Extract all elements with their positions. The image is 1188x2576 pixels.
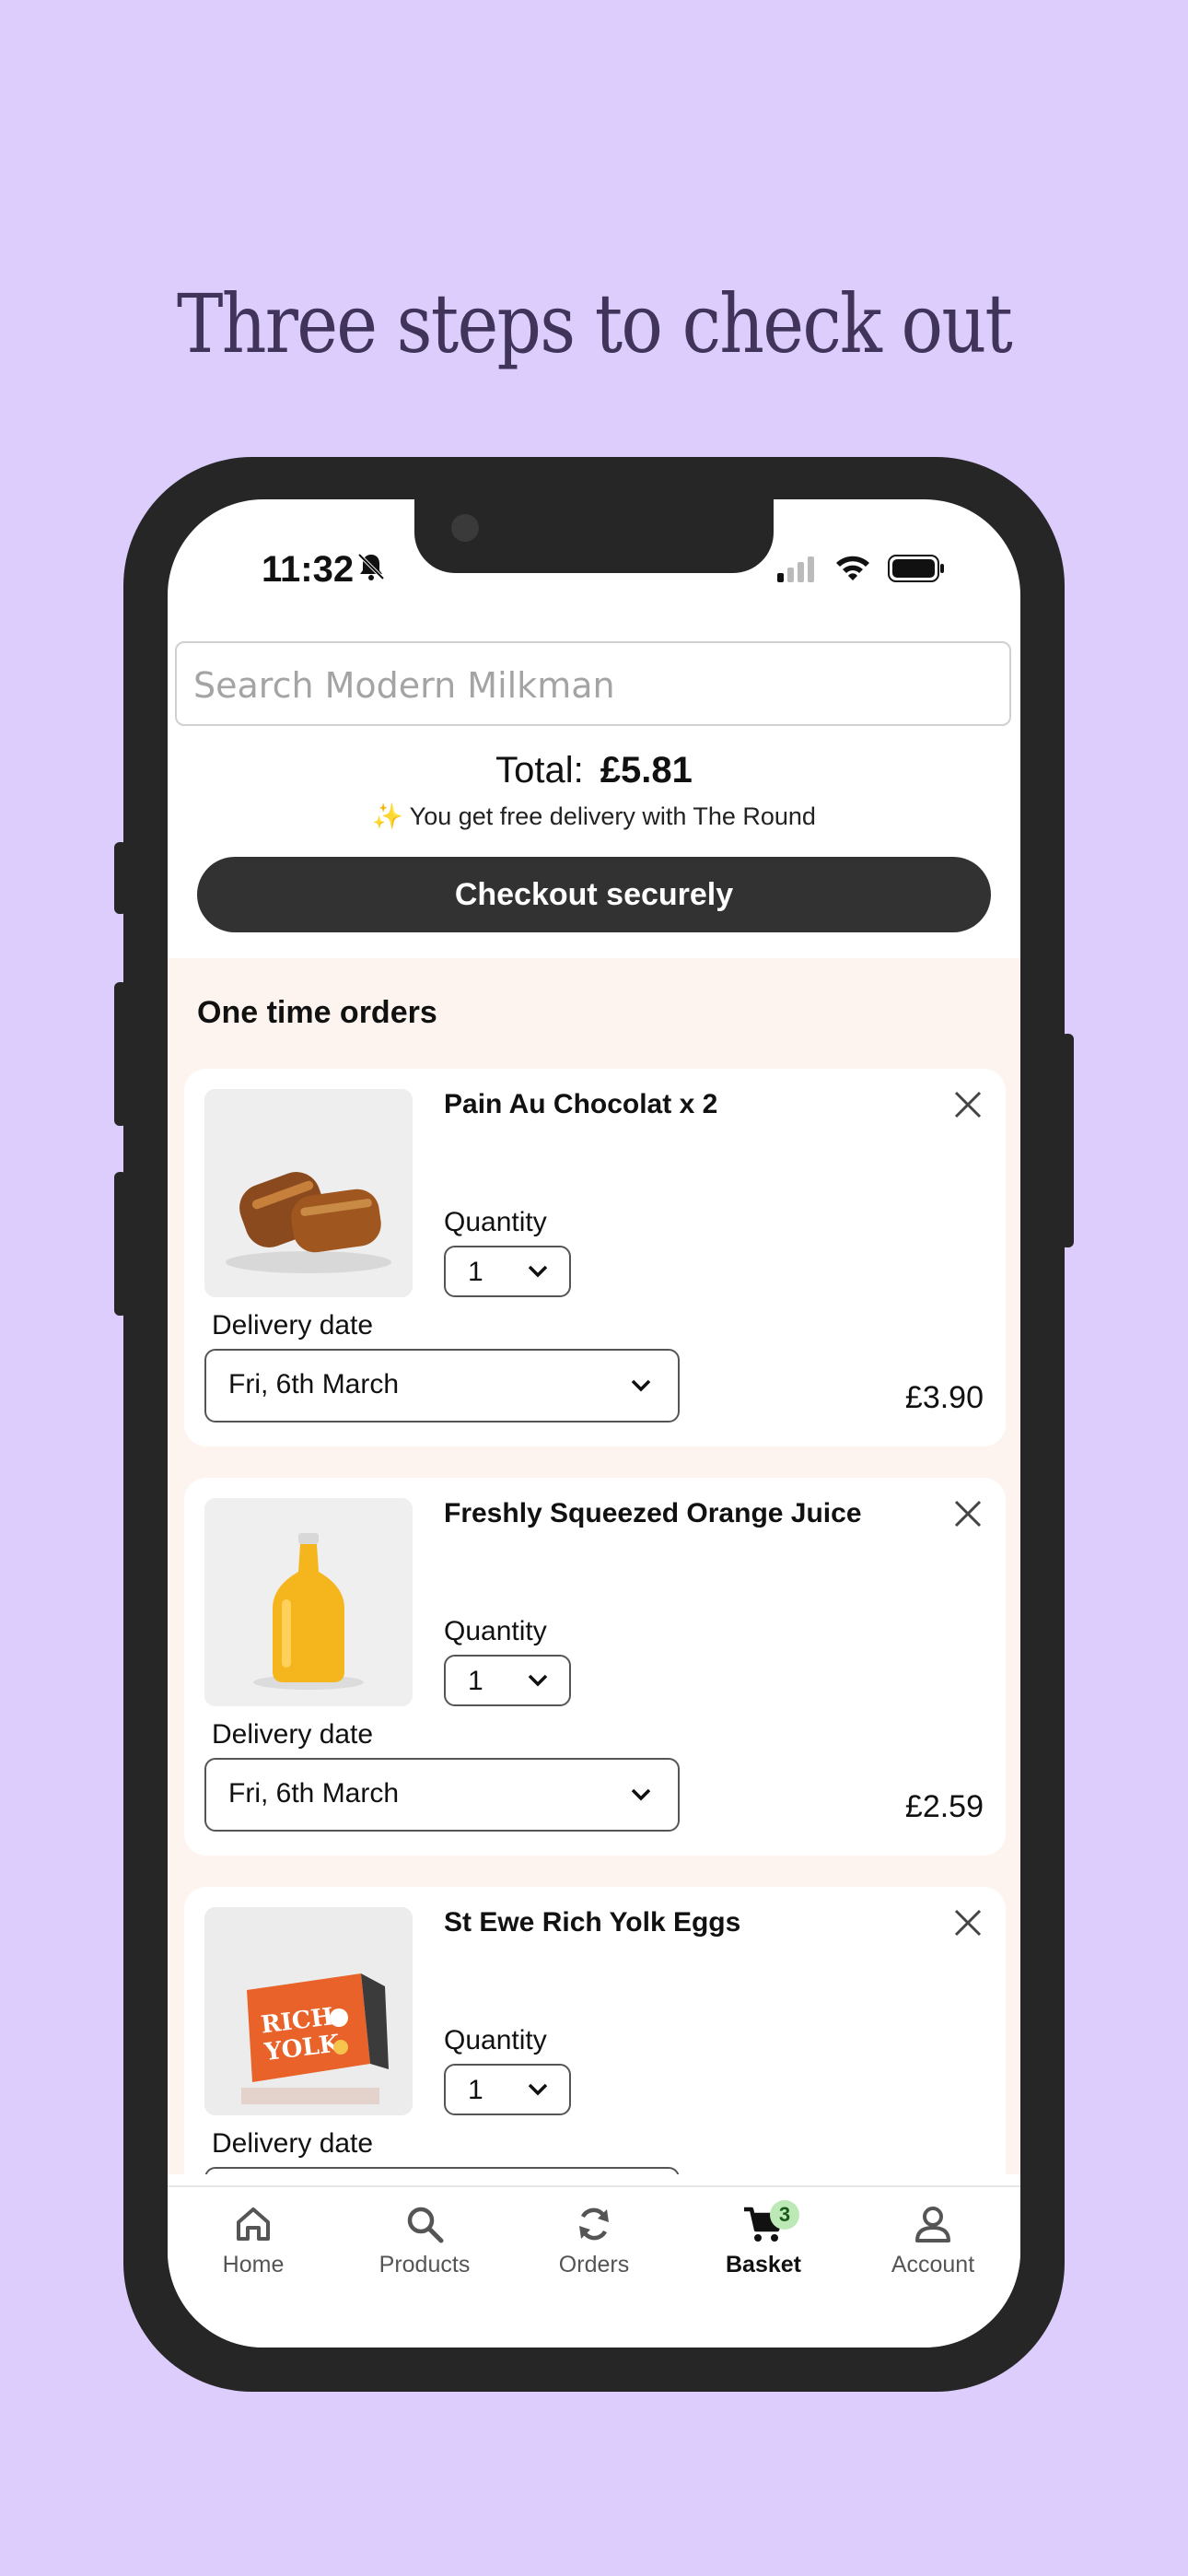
tab-orders[interactable]: Orders [525, 2204, 663, 2278]
chevron-down-icon [631, 1379, 651, 1392]
checkout-button[interactable]: Checkout securely [197, 857, 991, 932]
cellular-signal-icon [777, 556, 814, 582]
bell-off-icon [357, 553, 385, 580]
delivery-date-select[interactable]: Fri, 6th March [204, 1349, 680, 1423]
total-value: £5.81 [600, 750, 693, 790]
tab-label: Account [891, 2252, 975, 2277]
free-delivery-note: ✨ You get free delivery with The Round [168, 802, 1020, 831]
basket-total: Total: £5.81 [168, 750, 1020, 791]
status-time: 11:32 [262, 549, 355, 590]
product-image-rich-yolk-eggs[interactable]: RICH YOLK [204, 1907, 413, 2115]
bottom-tab-bar: Home Products Orders 3 Basket Account [168, 2185, 1020, 2348]
delivery-date-label: Delivery date [212, 2128, 374, 2159]
refresh-icon [579, 2207, 609, 2241]
chevron-down-icon [631, 1788, 651, 1801]
tab-label: Orders [558, 2252, 630, 2277]
remove-item-icon[interactable] [952, 1907, 984, 1938]
app-screen: 11:32 Search Modern Milkman Total: £5.81 … [168, 499, 1020, 2348]
wifi-icon [836, 556, 869, 580]
page-headline: Three steps to check out [176, 276, 1013, 371]
battery-icon [888, 555, 944, 582]
quantity-label: Quantity [444, 1207, 547, 1237]
basket-item-card: Freshly Squeezed Orange Juice Quantity 1… [184, 1478, 1006, 1856]
basket-count-badge: 3 [770, 2200, 799, 2230]
camera [451, 514, 479, 542]
search-input[interactable]: Search Modern Milkman [175, 641, 1011, 726]
delivery-date-label: Delivery date [212, 1310, 374, 1341]
quantity-label: Quantity [444, 1616, 547, 1646]
tab-label: Products [379, 2252, 471, 2277]
tab-home[interactable]: Home [184, 2204, 322, 2278]
tab-basket[interactable]: 3 Basket [694, 2200, 833, 2278]
item-name: Freshly Squeezed Orange Juice [444, 1498, 862, 1528]
person-icon [915, 2207, 950, 2242]
chevron-down-icon [528, 2083, 548, 2096]
quantity-select[interactable]: 1 [444, 1246, 571, 1297]
quantity-value: 1 [468, 1257, 483, 1287]
tab-label: Basket [726, 2252, 801, 2277]
total-label: Total: [495, 750, 584, 790]
section-title: One time orders [197, 995, 437, 1030]
phone-silent-switch [114, 842, 127, 914]
delivery-date-label: Delivery date [212, 1719, 374, 1750]
tab-label: Home [222, 2252, 285, 2277]
basket-item-card: RICH YOLK St Ewe Rich Yolk Eggs Quantity… [184, 1887, 1006, 2174]
product-image-pain-au-chocolat[interactable] [204, 1089, 413, 1297]
chevron-down-icon [528, 1265, 548, 1278]
delivery-date-value: Fri, 6th March [228, 1778, 400, 1809]
search-icon [407, 2207, 444, 2243]
phone-volume-up [114, 982, 127, 1126]
item-name: St Ewe Rich Yolk Eggs [444, 1907, 741, 1938]
quantity-select[interactable]: 1 [444, 1655, 571, 1706]
quantity-value: 1 [468, 2075, 483, 2105]
free-delivery-text: You get free delivery with The Round [409, 802, 816, 830]
basket-item-card: Pain Au Chocolat x 2 Quantity 1 Delivery… [184, 1069, 1006, 1446]
delivery-date-select[interactable] [204, 2167, 680, 2174]
quantity-value: 1 [468, 1666, 483, 1696]
tab-products[interactable]: Products [355, 2204, 494, 2278]
basket-list[interactable]: One time orders Pain Au Chocolat x 2 Qua… [168, 958, 1020, 2174]
home-icon [237, 2207, 270, 2241]
phone-volume-down [114, 1172, 127, 1316]
item-name: Pain Au Chocolat x 2 [444, 1089, 718, 1119]
quantity-label: Quantity [444, 2025, 547, 2055]
notch [414, 499, 774, 573]
phone-power-button [1061, 1034, 1074, 1247]
remove-item-icon[interactable] [952, 1498, 984, 1529]
delivery-date-select[interactable]: Fri, 6th March [204, 1758, 680, 1832]
delivery-date-value: Fri, 6th March [228, 1369, 400, 1399]
product-image-orange-juice[interactable] [204, 1498, 413, 1706]
chevron-down-icon [528, 1674, 548, 1687]
item-price: £3.90 [904, 1380, 984, 1415]
tab-account[interactable]: Account [864, 2204, 1002, 2278]
remove-item-icon[interactable] [952, 1089, 984, 1120]
quantity-select[interactable]: 1 [444, 2064, 571, 2115]
sparkle-icon: ✨ [372, 802, 403, 830]
item-price: £2.59 [904, 1789, 984, 1824]
